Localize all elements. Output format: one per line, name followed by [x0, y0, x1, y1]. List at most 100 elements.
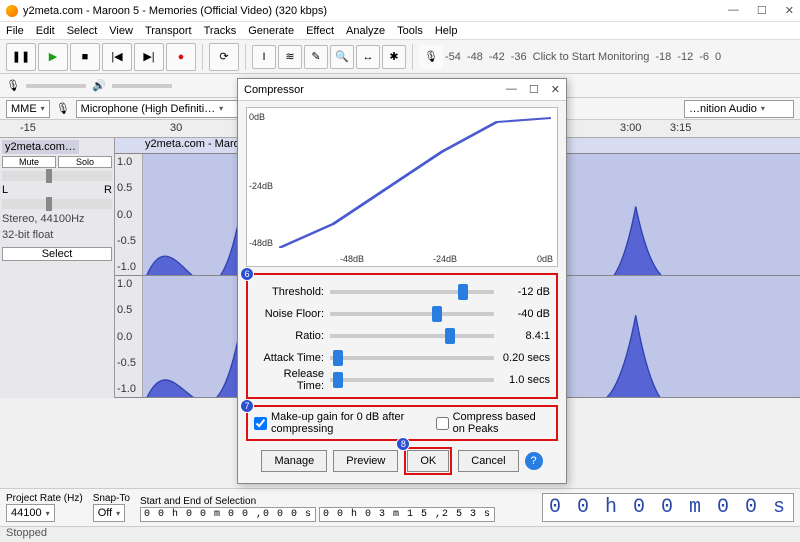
- app-logo-icon: [6, 5, 18, 17]
- preview-button[interactable]: Preview: [333, 450, 398, 472]
- menu-file[interactable]: File: [6, 25, 24, 37]
- attack-time-label: Attack Time:: [254, 352, 324, 364]
- annotation-badge-6: 6: [240, 267, 254, 281]
- ok-button[interactable]: OK: [407, 450, 449, 472]
- statusbar: Stopped: [0, 526, 800, 542]
- selection-tool-icon[interactable]: I: [252, 45, 276, 69]
- annotation-badge-8: 8: [396, 437, 410, 451]
- menu-view[interactable]: View: [109, 25, 133, 37]
- threshold-label: Threshold:: [254, 286, 324, 298]
- mute-button[interactable]: Mute: [2, 156, 56, 168]
- threshold-slider[interactable]: [330, 290, 494, 294]
- attack-time-slider[interactable]: [330, 356, 494, 360]
- record-button[interactable]: ●: [166, 43, 196, 71]
- help-icon[interactable]: ?: [525, 452, 543, 470]
- ratio-slider[interactable]: [330, 334, 494, 338]
- playback-volume-slider[interactable]: [112, 84, 172, 88]
- audio-position[interactable]: 0 0 h 0 0 m 0 0 s: [542, 493, 794, 522]
- window-minimize-icon[interactable]: —: [728, 4, 739, 17]
- ruler-tick: 30: [170, 122, 182, 134]
- multi-tool-icon[interactable]: ✱: [382, 45, 406, 69]
- release-time-slider[interactable]: [330, 378, 494, 382]
- dialog-maximize-icon[interactable]: ☐: [529, 83, 539, 96]
- record-meter[interactable]: -54 -48 -42 -36 Click to Start Monitorin…: [445, 51, 721, 63]
- release-time-value: 1.0 secs: [500, 374, 550, 386]
- ruler-tick: 3:00: [620, 122, 641, 134]
- menubar: File Edit Select View Transport Tracks G…: [0, 22, 800, 40]
- compressor-checkbox-group: 7 Make-up gain for 0 dB after compressin…: [246, 405, 558, 441]
- ruler-tick: -15: [20, 122, 36, 134]
- mic-icon: 🎙: [56, 102, 70, 115]
- pan-right-label: R: [104, 184, 112, 196]
- selection-end[interactable]: 0 0 h 0 3 m 1 5 ,2 5 3 s: [319, 507, 495, 522]
- ratio-value: 8.4:1: [500, 330, 550, 342]
- play-button[interactable]: ▶: [38, 43, 68, 71]
- threshold-value: -12 dB: [500, 286, 550, 298]
- dialog-close-icon[interactable]: ✕: [551, 83, 560, 96]
- noise-floor-label: Noise Floor:: [254, 308, 324, 320]
- solo-button[interactable]: Solo: [58, 156, 112, 168]
- snap-to-label: Snap-To: [93, 493, 130, 504]
- menu-analyze[interactable]: Analyze: [346, 25, 385, 37]
- window-titlebar: y2meta.com - Maroon 5 - Memories (Offici…: [0, 0, 800, 22]
- draw-tool-icon[interactable]: ✎: [304, 45, 328, 69]
- menu-tracks[interactable]: Tracks: [204, 25, 237, 37]
- manage-button[interactable]: Manage: [261, 450, 327, 472]
- track-control-panel[interactable]: y2meta.com… Mute Solo L R Stereo, 44100Hz…: [0, 138, 115, 398]
- menu-tools[interactable]: Tools: [397, 25, 423, 37]
- loop-button[interactable]: ⟳: [209, 43, 239, 71]
- dialog-button-row: Manage Preview 8 OK Cancel ?: [246, 447, 558, 475]
- project-rate-select[interactable]: 44100: [6, 504, 55, 522]
- snap-to-select[interactable]: Off: [93, 504, 126, 522]
- menu-help[interactable]: Help: [435, 25, 458, 37]
- track-bitdepth: 32-bit float: [2, 229, 112, 241]
- annotation-badge-7: 7: [240, 399, 254, 413]
- cancel-button[interactable]: Cancel: [458, 450, 518, 472]
- menu-select[interactable]: Select: [67, 25, 98, 37]
- dialog-title: Compressor: [244, 84, 304, 96]
- noise-floor-value: -40 dB: [500, 308, 550, 320]
- release-time-label: Release Time:: [254, 368, 324, 392]
- compress-peaks-checkbox[interactable]: Compress based on Peaks: [436, 411, 550, 435]
- track-format: Stereo, 44100Hz: [2, 213, 112, 225]
- envelope-tool-icon[interactable]: ≋: [278, 45, 302, 69]
- gain-slider[interactable]: [2, 171, 112, 181]
- window-title: y2meta.com - Maroon 5 - Memories (Offici…: [23, 5, 327, 17]
- menu-edit[interactable]: Edit: [36, 25, 55, 37]
- track-name[interactable]: y2meta.com…: [2, 140, 79, 154]
- ratio-label: Ratio:: [254, 330, 324, 342]
- audio-host-select[interactable]: MME: [6, 100, 50, 118]
- compressor-dialog: Compressor — ☐ ✕ 0dB -24dB -48dB -48dB -…: [237, 78, 567, 484]
- makeup-gain-checkbox[interactable]: Make-up gain for 0 dB after compressing: [254, 411, 420, 435]
- menu-effect[interactable]: Effect: [306, 25, 334, 37]
- playback-device-select[interactable]: …nition Audio: [684, 100, 794, 118]
- skip-start-button[interactable]: |◀: [102, 43, 132, 71]
- pan-slider[interactable]: [2, 199, 112, 209]
- window-maximize-icon[interactable]: ☐: [757, 4, 767, 17]
- menu-generate[interactable]: Generate: [248, 25, 294, 37]
- dialog-minimize-icon[interactable]: —: [506, 83, 517, 96]
- project-rate-label: Project Rate (Hz): [6, 493, 83, 504]
- menu-transport[interactable]: Transport: [145, 25, 192, 37]
- zoom-tool-icon[interactable]: 🔍: [330, 45, 354, 69]
- noise-floor-slider[interactable]: [330, 312, 494, 316]
- record-meter-icon[interactable]: 🎙: [419, 45, 443, 69]
- skip-end-button[interactable]: ▶|: [134, 43, 164, 71]
- attack-time-value: 0.20 secs: [500, 352, 550, 364]
- window-close-icon[interactable]: ✕: [785, 4, 794, 17]
- pan-left-label: L: [2, 184, 8, 196]
- transport-toolbar: ❚❚ ▶ ■ |◀ ▶| ● ⟳ I ≋ ✎ 🔍 ↔ ✱ 🎙 -54 -48 -…: [0, 40, 800, 74]
- selection-range-label: Start and End of Selection: [140, 496, 495, 507]
- pause-button[interactable]: ❚❚: [6, 43, 36, 71]
- record-volume-slider[interactable]: [26, 84, 86, 88]
- compressor-graph: 0dB -24dB -48dB -48dB -24dB 0dB: [246, 107, 558, 267]
- selection-toolbar: Project Rate (Hz) 44100 Snap-To Off Star…: [0, 488, 800, 526]
- stop-button[interactable]: ■: [70, 43, 100, 71]
- compressor-sliders-group: 6 Threshold:-12 dB Noise Floor:-40 dB Ra…: [246, 273, 558, 399]
- selection-start[interactable]: 0 0 h 0 0 m 0 0 ,0 0 0 s: [140, 507, 316, 522]
- mic-icon: 🎙: [6, 79, 20, 92]
- timeshift-tool-icon[interactable]: ↔: [356, 45, 380, 69]
- recording-device-select[interactable]: Microphone (High Definiti…: [76, 100, 256, 118]
- track-select-button[interactable]: Select: [2, 247, 112, 261]
- ruler-tick: 3:15: [670, 122, 691, 134]
